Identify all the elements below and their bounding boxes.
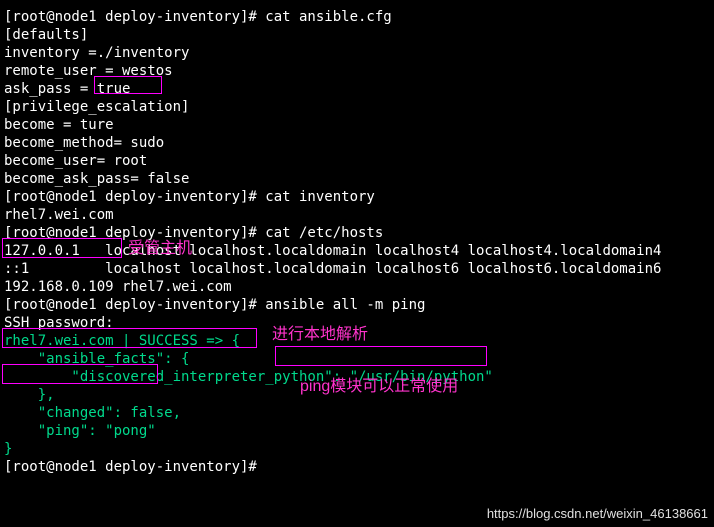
cfg-privilege-header: [privilege_escalation] (4, 98, 710, 116)
hosts-ipv4-localhost: 127.0.0.1 localhost localhost.localdomai… (4, 242, 710, 260)
result-interpreter: "discovered_interpreter_python": "/usr/b… (4, 368, 710, 386)
cmd-cat-inventory: [root@node1 deploy-inventory]# cat inven… (4, 188, 710, 206)
result-changed: "changed": false, (4, 404, 710, 422)
result-host-success: rhel7.wei.com | SUCCESS => { (4, 332, 710, 350)
shell-prompt[interactable]: [root@node1 deploy-inventory]# (4, 458, 710, 476)
result-ping: "ping": "pong" (4, 422, 710, 440)
cfg-become-user: become_user= root (4, 152, 710, 170)
cfg-become-method: become_method= sudo (4, 134, 710, 152)
inventory-host: rhel7.wei.com (4, 206, 710, 224)
result-close: } (4, 440, 710, 458)
hosts-rhel7: 192.168.0.109 rhel7.wei.com (4, 278, 710, 296)
cmd-cat-ansible-cfg: [root@node1 deploy-inventory]# cat ansib… (4, 8, 710, 26)
cfg-remote-user: remote_user = westos (4, 62, 710, 80)
cmd-ansible-ping: [root@node1 deploy-inventory]# ansible a… (4, 296, 710, 314)
hosts-ipv6-localhost: ::1 localhost localhost.localdomain loca… (4, 260, 710, 278)
cfg-become: become = ture (4, 116, 710, 134)
cfg-defaults-header: [defaults] (4, 26, 710, 44)
cmd-cat-hosts: [root@node1 deploy-inventory]# cat /etc/… (4, 224, 710, 242)
terminal-output: [root@node1 deploy-inventory]# cat ansib… (4, 8, 710, 476)
result-ansible-facts: "ansible_facts": { (4, 350, 710, 368)
watermark: https://blog.csdn.net/weixin_46138661 (487, 505, 708, 523)
cfg-become-ask-pass: become_ask_pass= false (4, 170, 710, 188)
result-facts-close: }, (4, 386, 710, 404)
cfg-ask-pass: ask_pass = true (4, 80, 710, 98)
ssh-password-prompt: SSH password: (4, 314, 710, 332)
cfg-inventory: inventory =./inventory (4, 44, 710, 62)
